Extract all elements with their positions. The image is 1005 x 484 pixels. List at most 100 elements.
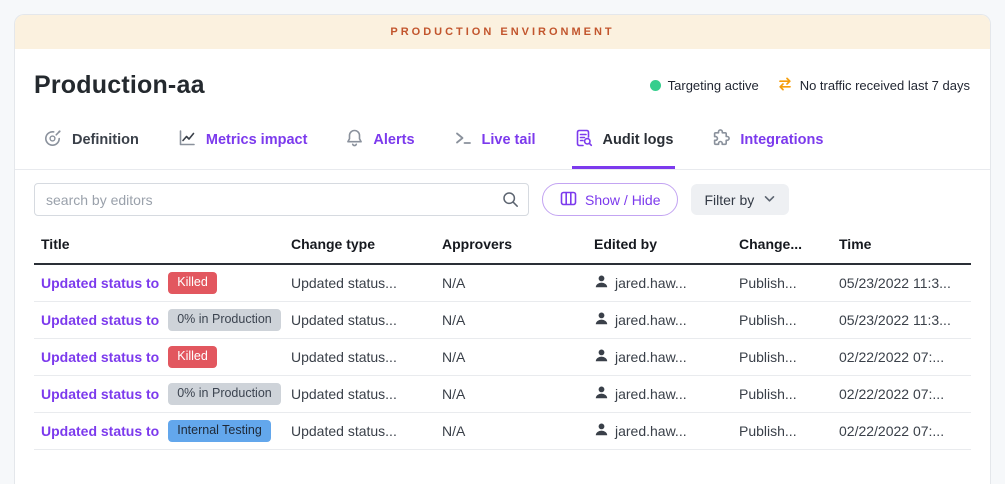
targeting-active-dot-icon bbox=[650, 80, 661, 91]
table-controls: Show / Hide Filter by bbox=[15, 170, 990, 216]
cell-title: Updated status to 0% in Production bbox=[34, 309, 291, 331]
definition-icon bbox=[43, 128, 63, 152]
bell-icon bbox=[345, 128, 364, 152]
cell-edited-by: jared.haw... bbox=[594, 348, 739, 366]
edited-by-name: jared.haw... bbox=[615, 275, 687, 291]
page-title: Production-aa bbox=[34, 71, 205, 100]
cell-time: 05/23/2022 11:3... bbox=[839, 312, 971, 328]
person-icon bbox=[594, 385, 609, 403]
traffic-status: No traffic received last 7 days bbox=[777, 76, 970, 95]
cell-change: Publish... bbox=[739, 312, 839, 328]
tab-alerts-label: Alerts bbox=[373, 132, 414, 148]
cell-approvers: N/A bbox=[442, 312, 594, 328]
swap-arrows-icon bbox=[777, 76, 793, 95]
environment-card: PRODUCTION ENVIRONMENT Production-aa Tar… bbox=[14, 14, 991, 484]
column-header-change: Change... bbox=[739, 236, 839, 252]
person-icon bbox=[594, 274, 609, 292]
edited-by-name: jared.haw... bbox=[615, 312, 687, 328]
tab-audit-logs[interactable]: Audit logs bbox=[572, 118, 676, 169]
audit-log-icon bbox=[574, 128, 594, 152]
table-body: Updated status to Killed Updated status.… bbox=[34, 265, 971, 450]
table-row[interactable]: Updated status to 0% in Production Updat… bbox=[34, 302, 971, 339]
columns-icon bbox=[560, 190, 577, 210]
row-title-link[interactable]: Updated status to bbox=[41, 312, 159, 328]
page-header: Production-aa Targeting active No traffi… bbox=[15, 49, 990, 118]
tab-integrations[interactable]: Integrations bbox=[709, 118, 825, 169]
status-badge: Killed bbox=[168, 346, 217, 368]
row-title-link[interactable]: Updated status to bbox=[41, 349, 159, 365]
cell-edited-by: jared.haw... bbox=[594, 311, 739, 329]
table-header-row: Title Change type Approvers Edited by Ch… bbox=[34, 230, 971, 265]
cell-change-type: Updated status... bbox=[291, 275, 442, 291]
edited-by-name: jared.haw... bbox=[615, 386, 687, 402]
status-group: Targeting active No traffic received las… bbox=[650, 76, 970, 95]
tab-live-tail[interactable]: Live tail bbox=[451, 118, 538, 169]
row-title-link[interactable]: Updated status to bbox=[41, 423, 159, 439]
cell-time: 02/22/2022 07:... bbox=[839, 386, 971, 402]
tab-definition-label: Definition bbox=[72, 132, 139, 148]
status-badge: 0% in Production bbox=[168, 309, 281, 331]
filter-by-button[interactable]: Filter by bbox=[691, 184, 789, 215]
person-icon bbox=[594, 348, 609, 366]
cell-edited-by: jared.haw... bbox=[594, 385, 739, 403]
audit-log-table: Title Change type Approvers Edited by Ch… bbox=[15, 216, 990, 450]
cell-change: Publish... bbox=[739, 275, 839, 291]
cell-approvers: N/A bbox=[442, 423, 594, 439]
edited-by-name: jared.haw... bbox=[615, 423, 687, 439]
row-title-link[interactable]: Updated status to bbox=[41, 386, 159, 402]
table-row[interactable]: Updated status to Killed Updated status.… bbox=[34, 339, 971, 376]
cell-time: 02/22/2022 07:... bbox=[839, 349, 971, 365]
cell-approvers: N/A bbox=[442, 386, 594, 402]
cell-title: Updated status to Killed bbox=[34, 272, 291, 294]
table-row[interactable]: Updated status to 0% in Production Updat… bbox=[34, 376, 971, 413]
search-input[interactable] bbox=[34, 183, 529, 216]
tab-metrics-impact-label: Metrics impact bbox=[206, 132, 308, 148]
show-hide-label: Show / Hide bbox=[585, 192, 660, 208]
tab-bar: Definition Metrics impact Alerts bbox=[15, 118, 990, 170]
terminal-icon bbox=[453, 128, 473, 152]
tab-alerts[interactable]: Alerts bbox=[343, 118, 416, 169]
person-icon bbox=[594, 311, 609, 329]
status-badge: 0% in Production bbox=[168, 383, 281, 405]
show-hide-columns-button[interactable]: Show / Hide bbox=[542, 183, 678, 216]
chevron-down-icon bbox=[763, 192, 776, 208]
cell-approvers: N/A bbox=[442, 275, 594, 291]
search-icon bbox=[502, 191, 519, 213]
filter-by-label: Filter by bbox=[704, 192, 754, 208]
environment-banner: PRODUCTION ENVIRONMENT bbox=[15, 15, 990, 49]
cell-change: Publish... bbox=[739, 423, 839, 439]
targeting-status-label: Targeting active bbox=[668, 78, 759, 93]
column-header-time: Time bbox=[839, 236, 971, 252]
cell-time: 02/22/2022 07:... bbox=[839, 423, 971, 439]
cell-change-type: Updated status... bbox=[291, 312, 442, 328]
cell-change: Publish... bbox=[739, 349, 839, 365]
cell-change: Publish... bbox=[739, 386, 839, 402]
edited-by-name: jared.haw... bbox=[615, 349, 687, 365]
column-header-edited-by: Edited by bbox=[594, 236, 739, 252]
environment-banner-label: PRODUCTION ENVIRONMENT bbox=[390, 26, 614, 38]
cell-title: Updated status to Internal Testing bbox=[34, 420, 291, 442]
tab-definition[interactable]: Definition bbox=[41, 118, 141, 169]
tab-metrics-impact[interactable]: Metrics impact bbox=[175, 118, 310, 169]
cell-edited-by: jared.haw... bbox=[594, 274, 739, 292]
cell-title: Updated status to 0% in Production bbox=[34, 383, 291, 405]
table-row[interactable]: Updated status to Internal Testing Updat… bbox=[34, 413, 971, 450]
cell-title: Updated status to Killed bbox=[34, 346, 291, 368]
tab-audit-logs-label: Audit logs bbox=[603, 132, 674, 148]
cell-change-type: Updated status... bbox=[291, 423, 442, 439]
cell-change-type: Updated status... bbox=[291, 349, 442, 365]
traffic-status-label: No traffic received last 7 days bbox=[800, 78, 970, 93]
targeting-status: Targeting active bbox=[650, 78, 759, 93]
tab-live-tail-label: Live tail bbox=[482, 132, 536, 148]
metrics-chart-icon bbox=[177, 128, 197, 152]
column-header-approvers: Approvers bbox=[442, 236, 594, 252]
tab-integrations-label: Integrations bbox=[740, 132, 823, 148]
row-title-link[interactable]: Updated status to bbox=[41, 275, 159, 291]
puzzle-icon bbox=[711, 128, 731, 152]
column-header-change-type: Change type bbox=[291, 236, 442, 252]
cell-approvers: N/A bbox=[442, 349, 594, 365]
status-badge: Internal Testing bbox=[168, 420, 271, 442]
cell-time: 05/23/2022 11:3... bbox=[839, 275, 971, 291]
table-row[interactable]: Updated status to Killed Updated status.… bbox=[34, 265, 971, 302]
search-wrap bbox=[34, 183, 529, 216]
